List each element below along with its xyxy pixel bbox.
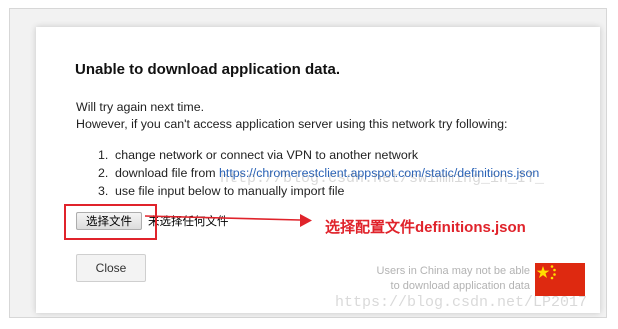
arrow-right-icon: [144, 214, 312, 227]
annotation-arrow-layer: [144, 214, 312, 227]
